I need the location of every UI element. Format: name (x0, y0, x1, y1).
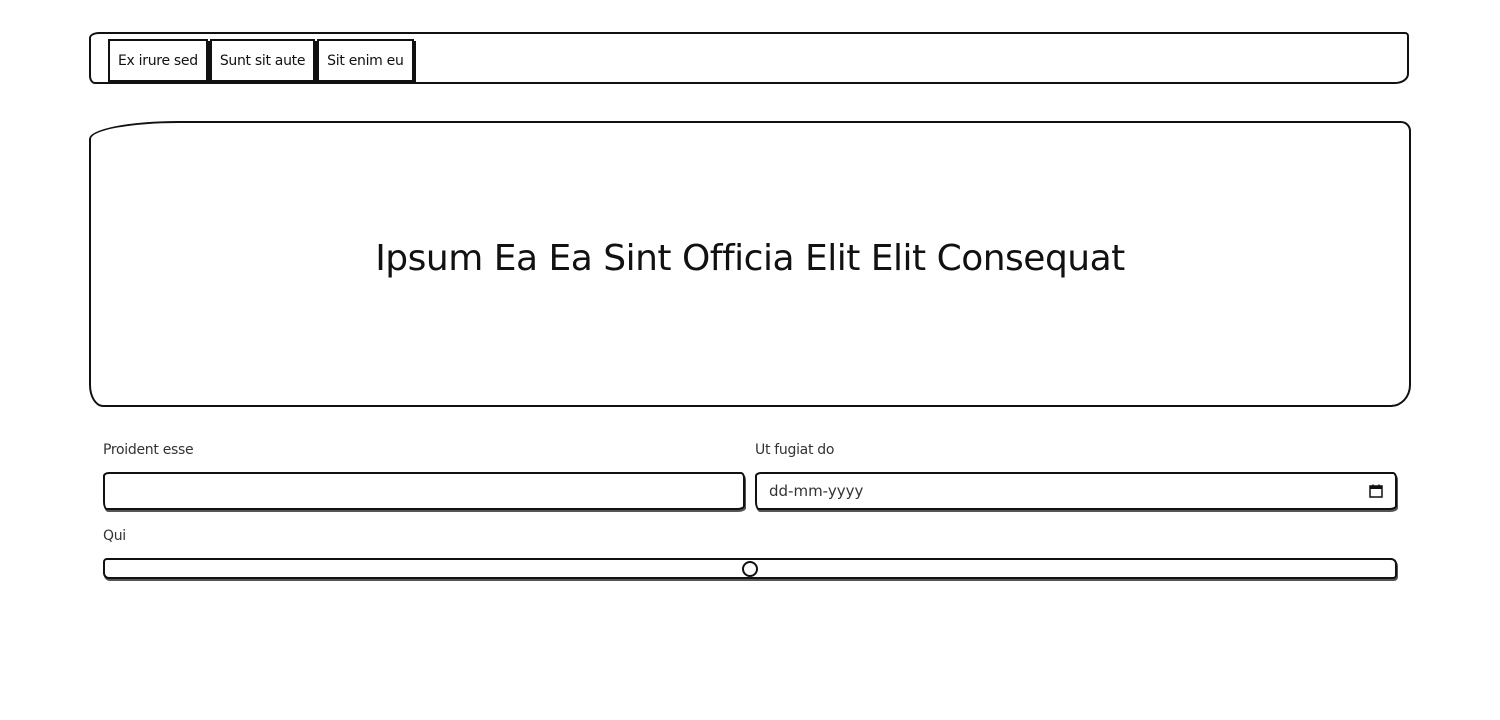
nav-tab-sunt-sit-aute[interactable]: Sunt sit aute (209, 39, 316, 82)
calendar-icon[interactable] (1369, 484, 1383, 498)
hero-banner: Ipsum Ea Ea Sint Officia Elit Elit Conse… (89, 121, 1411, 407)
ut-fugiat-do-label: Ut fugiat do (755, 442, 835, 458)
qui-range-slider[interactable] (103, 558, 1397, 579)
page: Ex irure sed Sunt sit aute Sit enim eu I… (0, 0, 1500, 720)
date-placeholder: dd-mm-yyyy (769, 482, 864, 500)
qui-label: Qui (103, 528, 126, 544)
proident-esse-label: Proident esse (103, 442, 194, 458)
hero-title: Ipsum Ea Ea Sint Officia Elit Elit Conse… (375, 237, 1125, 279)
proident-esse-input[interactable] (103, 472, 745, 510)
range-thumb[interactable] (742, 560, 758, 577)
nav-tab-sit-enim-eu[interactable]: Sit enim eu (317, 39, 414, 82)
nav-tabs: Ex irure sed Sunt sit aute Sit enim eu (108, 39, 414, 82)
top-navbar: Ex irure sed Sunt sit aute Sit enim eu (89, 32, 1409, 84)
nav-tab-ex-irure-sed[interactable]: Ex irure sed (108, 39, 208, 82)
ut-fugiat-do-date-input[interactable]: dd-mm-yyyy (755, 472, 1397, 510)
